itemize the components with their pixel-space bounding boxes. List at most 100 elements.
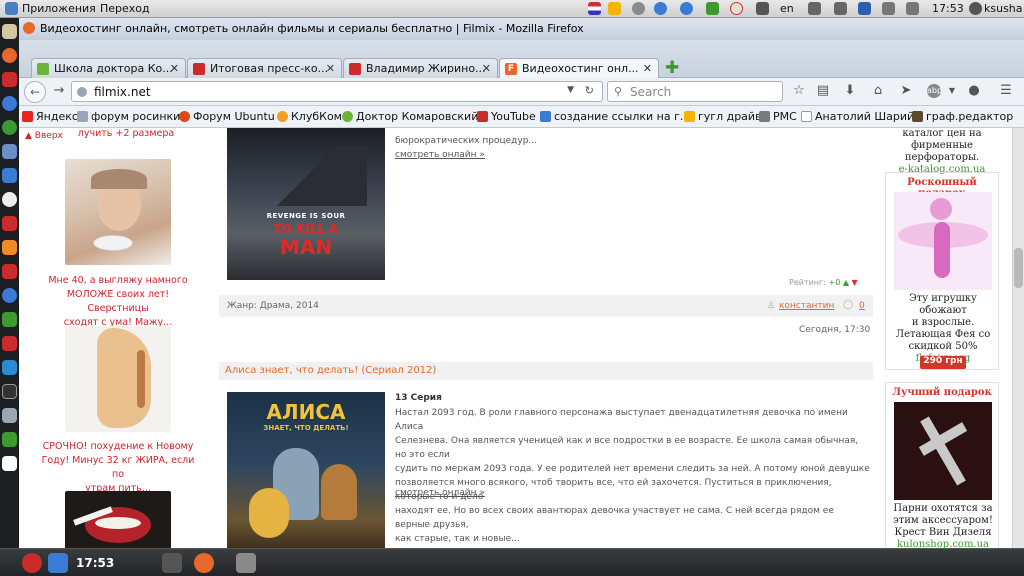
close-icon[interactable]: ✕ — [170, 62, 179, 75]
alarm-clock-icon[interactable] — [730, 2, 743, 15]
bookmark-komarovsky[interactable]: Доктор Комаровский — [342, 110, 478, 123]
ad-text-top[interactable]: лучить +2 размера — [71, 128, 181, 141]
update-icon[interactable] — [680, 2, 693, 15]
skype-icon[interactable] — [2, 360, 17, 375]
post2-title[interactable]: Алиса знает, что делать! (Сериал 2012) — [225, 365, 436, 376]
tab-filmix[interactable]: F Видеохостинг онл... ✕ — [499, 58, 659, 78]
thumb-up-icon[interactable]: ▲ — [843, 278, 849, 287]
torrent-icon[interactable] — [2, 336, 17, 351]
ad-text-weight-loss[interactable]: СРОЧНО! похудение к Новому Году! Минус 3… — [35, 440, 201, 496]
scroll-up-link[interactable]: ▲ Вверх — [25, 131, 63, 141]
panel-username[interactable]: ksusha — [984, 2, 1023, 15]
send-icon[interactable]: ➤ — [899, 84, 913, 98]
reload-icon[interactable]: ↻ — [585, 84, 594, 97]
tab-zhirinovsky[interactable]: Владимир Жирино... ✕ — [343, 58, 498, 78]
bookmark-pmc[interactable]: PMC — [759, 110, 797, 123]
pause-icon[interactable] — [654, 2, 667, 15]
bookmark-shariy[interactable]: Анатолий Шарий — [801, 110, 914, 123]
pdf-icon[interactable] — [2, 216, 17, 231]
post1-watch-link[interactable]: смотреть онлайн » — [395, 148, 485, 162]
bookmark-yandex[interactable]: Яндекс — [22, 110, 78, 123]
post1-author[interactable]: константин — [779, 301, 834, 311]
post2-watch-link[interactable]: смотреть онлайн » — [395, 486, 485, 500]
terminal-icon[interactable] — [2, 144, 17, 159]
apps-menu-icon[interactable] — [5, 2, 18, 15]
bluetooth-icon[interactable] — [858, 2, 871, 15]
bookmark-ubuntu-forum[interactable]: Форум Ubuntu — [179, 110, 275, 123]
firefox-taskbar-icon[interactable] — [194, 553, 214, 573]
window-titlebar[interactable]: Видеохостинг онлайн, смотреть онлайн фил… — [19, 18, 1024, 40]
ad-text-younger[interactable]: Мне 40, а выгляжу намного МОЛОЖЕ своих л… — [35, 274, 201, 330]
check-icon[interactable] — [706, 2, 719, 15]
bookmark-rosinka[interactable]: форум росинки — [77, 110, 180, 123]
user-icon[interactable] — [969, 2, 982, 15]
home-icon[interactable]: ⌂ — [871, 84, 885, 98]
chat-icon[interactable] — [834, 2, 847, 15]
abp-dropdown-icon[interactable]: ▼ — [945, 84, 959, 98]
poster-alisa[interactable]: АЛИСА ЗНАЕТ, ЧТО ДЕЛАТЬ! — [227, 392, 385, 548]
poster-to-kill-a-man[interactable]: REVENGE IS SOUR TO KILL A MAN — [227, 128, 385, 280]
console-icon[interactable] — [2, 384, 17, 399]
files-icon[interactable] — [2, 24, 17, 39]
show-desktop-icon[interactable] — [48, 553, 68, 573]
thunderbird-icon[interactable] — [2, 96, 17, 111]
opera-icon[interactable] — [2, 72, 17, 87]
ad-image-lips[interactable] — [65, 491, 171, 548]
keyboard-layout[interactable]: en — [780, 2, 794, 15]
mail-indicator-icon[interactable] — [906, 2, 919, 15]
pidgin-icon[interactable] — [608, 2, 621, 15]
abp-icon[interactable]: abp — [927, 84, 942, 98]
firefox-icon[interactable] — [2, 48, 17, 63]
skype-dock-icon[interactable] — [2, 168, 17, 183]
new-tab-plus-icon[interactable]: ✚ — [665, 60, 681, 77]
bookmark-create-link[interactable]: создание ссылки на г... — [540, 110, 690, 123]
ad-fairy-box[interactable]: Роскошный подарок Эту игрушку обожают и … — [885, 172, 999, 370]
ad-image-belly[interactable] — [65, 326, 171, 432]
thumb-down-icon[interactable]: ▼ — [852, 278, 858, 287]
battery-icon[interactable] — [808, 2, 821, 15]
calc-icon[interactable] — [2, 432, 17, 447]
network-icon[interactable] — [632, 2, 645, 15]
monitor-icon[interactable] — [2, 312, 17, 327]
bookmark-graph-editor[interactable]: граф.редактор — [912, 110, 1013, 123]
search-input[interactable]: ⚲ Search — [607, 81, 783, 102]
bookmark-star-icon[interactable]: ☆ — [792, 84, 806, 98]
vlc-icon[interactable] — [2, 240, 17, 255]
scrollbar-thumb[interactable] — [1014, 248, 1023, 288]
mail-icon[interactable] — [756, 2, 769, 15]
bookmark-youtube[interactable]: YouTube — [477, 110, 536, 123]
ad-image-woman-face[interactable] — [65, 159, 171, 265]
volume-icon[interactable] — [882, 2, 895, 15]
tab-press-conference[interactable]: Итоговая пресс-ко... ✕ — [187, 58, 342, 78]
chromium-icon[interactable] — [2, 120, 17, 135]
menu-applications[interactable]: Приложения — [22, 2, 96, 15]
menu-places[interactable]: Переход — [100, 2, 150, 15]
post1-comments-count[interactable]: 0 — [859, 301, 865, 311]
bookmark-google-drive[interactable]: гугл драйв — [684, 110, 762, 123]
close-icon[interactable]: ✕ — [326, 62, 335, 75]
page-scrollbar[interactable] — [1012, 128, 1024, 548]
ad-ekatalog-text[interactable]: каталог цен на фирменные перфораторы. e-… — [887, 128, 997, 176]
tor-icon[interactable] — [2, 288, 17, 303]
taskbar-clock[interactable]: 17:53 — [76, 556, 114, 570]
reading-list-icon[interactable]: ▤ — [816, 84, 830, 98]
tab-school-doctor[interactable]: Школа доктора Ко... ✕ — [31, 58, 186, 78]
url-bar[interactable]: filmix.net ▼ ↻ — [71, 81, 603, 102]
window-list-icon[interactable] — [162, 553, 182, 573]
panel-clock[interactable]: 17:53 — [932, 2, 964, 15]
power-icon[interactable] — [22, 553, 42, 573]
draw-icon[interactable] — [2, 408, 17, 423]
clock-app-icon[interactable] — [2, 192, 17, 207]
adobe-icon[interactable] — [2, 264, 17, 279]
folder-taskbar-icon[interactable] — [236, 553, 256, 573]
writer-icon[interactable] — [2, 456, 17, 471]
ad-cross-box[interactable]: Лучший подарок Парни охотятся за этим ак… — [885, 382, 999, 548]
bookmark-klubkom[interactable]: КлубКом — [277, 110, 342, 123]
dropdown-arrow-icon[interactable]: ▼ — [567, 85, 574, 95]
flag-icon[interactable] — [588, 2, 601, 15]
forward-arrow-icon[interactable]: → — [52, 84, 66, 98]
chat-bubble-icon[interactable]: ● — [967, 84, 981, 98]
back-arrow-icon[interactable]: ← — [24, 81, 46, 103]
download-icon[interactable]: ⬇ — [843, 84, 857, 98]
close-icon[interactable]: ✕ — [643, 62, 652, 75]
